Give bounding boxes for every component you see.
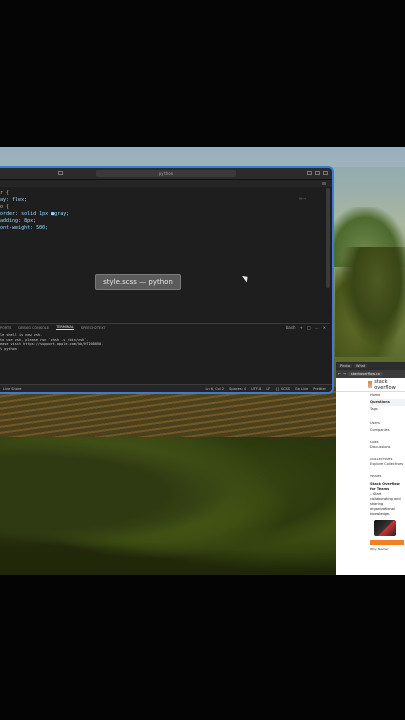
window-title: python [158, 171, 174, 176]
so-nav-questions[interactable]: Questions [370, 399, 405, 406]
sidebar-toggle-icon[interactable] [323, 171, 328, 175]
editor-titlebar: python [0, 168, 332, 180]
panel-tab-speech2text[interactable]: SPEECH2TEXT [81, 326, 106, 330]
status-item[interactable]: LF [266, 387, 270, 391]
status-item[interactable]: Ln 6, Col 2 [205, 387, 224, 391]
code-line[interactable]: r { [0, 190, 320, 197]
teams-footer-link[interactable]: Why Teams? [336, 547, 405, 551]
browser-urlbar: ← → stackoverflow.co [336, 370, 405, 378]
so-nav-users[interactable]: Users [370, 420, 405, 427]
code-line[interactable]: adding: 8px; [0, 218, 320, 225]
terminal-line: % python [0, 346, 17, 351]
teams-cta-button[interactable] [370, 540, 404, 545]
so-nav-companies[interactable]: Companies [370, 427, 405, 434]
status-item[interactable]: {} SCSS [275, 387, 290, 391]
so-nav-spacer [370, 413, 405, 420]
teams-label: TEAMS [370, 474, 382, 478]
back-icon[interactable]: ← [338, 372, 341, 376]
browser-tab[interactable]: Photo [338, 364, 352, 368]
teams-body: – Start collaborating and sharing organi… [370, 492, 401, 516]
so-sidebar-nav: Home Questions Tags Users Companies [336, 392, 405, 434]
bottom-panel[interactable]: PORTS DEBUG CONSOLE TERMINAL SPEECH2TEXT ba… [0, 323, 330, 386]
panel-actions: bash + □ … ✕ [286, 325, 326, 330]
editor-tabbar [0, 180, 332, 187]
panel-tab-ports[interactable]: PORTS [0, 326, 11, 330]
panel-action[interactable]: … [315, 325, 319, 330]
code-line[interactable]: order: solid 1px ■gray; [0, 211, 320, 218]
code-area[interactable]: r {ay: flex; o {order: solid 1px ■gray; ad… [0, 190, 320, 232]
panel-action[interactable]: ✕ [323, 325, 326, 330]
panel-toggle-icon[interactable] [315, 171, 320, 175]
command-center[interactable]: python [96, 170, 236, 177]
so-nav-tags[interactable]: Tags [370, 406, 405, 413]
forward-icon[interactable]: → [343, 372, 346, 376]
wallpaper-trees [0, 437, 340, 575]
panel-action[interactable]: + [300, 325, 303, 330]
layout-toggle-icon[interactable] [307, 171, 312, 175]
nav-back-icon[interactable] [58, 171, 63, 175]
teams-title: Stack Overflow for Teams [370, 482, 400, 491]
split-editor-icon[interactable] [322, 182, 326, 185]
status-right-items: Ln 6, Col 2 Spaces: 4 UTF-8 LF {} SCSS Go Liv… [205, 387, 332, 391]
so-title[interactable]: stack overflow [374, 379, 405, 391]
code-editor-window[interactable]: python r {ay: flex; o {order: solid 1px ■… [0, 166, 334, 394]
terminal-output[interactable]: le shell is now zsh. to use zsh, please r… [0, 331, 330, 351]
browser-tabs: Photo What [336, 362, 405, 370]
so-explore-collectives[interactable]: Explore Collectives [336, 461, 405, 468]
panel-tabs: PORTS DEBUG CONSOLE TERMINAL SPEECH2TEXT [0, 324, 330, 331]
code-line[interactable]: ay: flex; [0, 197, 320, 204]
editor-scrollbar[interactable] [326, 188, 330, 288]
menu-strip [0, 147, 405, 167]
panel-action[interactable]: □ [307, 325, 311, 330]
keybinding-hint: ⌘←→ [299, 196, 307, 201]
wallpaper-trees-right [335, 247, 405, 357]
so-header: stack overflow [336, 378, 405, 392]
status-live-share[interactable]: Live Share [0, 387, 21, 391]
status-item[interactable]: Prettier [313, 387, 326, 391]
letterbox-bottom [0, 575, 405, 720]
panel-tab-terminal[interactable]: TERMINAL [56, 325, 74, 330]
panel-tab-debug-console[interactable]: DEBUG CONSOLE [18, 326, 49, 330]
browser-window[interactable]: Photo What ← → stackoverflow.co stack ove… [336, 362, 405, 575]
code-line[interactable]: o { [0, 204, 320, 211]
status-item[interactable]: UTF-8 [251, 387, 261, 391]
so-nav-home[interactable]: Home [370, 392, 405, 399]
so-discussions[interactable]: Discussions [336, 444, 405, 451]
panel-action[interactable]: bash [286, 325, 296, 330]
status-bar: Live Share Ln 6, Col 2 Spaces: 4 UTF-8 LF {}… [0, 384, 332, 392]
mouse-cursor-icon [242, 273, 250, 283]
browser-tab[interactable]: What [353, 364, 368, 368]
file-tooltip: style.scss — python [95, 274, 181, 290]
stackoverflow-logo-icon[interactable] [368, 381, 373, 388]
status-item[interactable]: Spaces: 4 [229, 387, 246, 391]
teams-illustration [374, 520, 396, 536]
url-field[interactable]: stackoverflow.co [347, 372, 383, 376]
code-line[interactable]: ont-weight: 500; [0, 225, 320, 232]
status-item[interactable]: Go Live [295, 387, 308, 391]
teams-promo: Stack Overflow for Teams – Start collabo… [336, 482, 405, 517]
